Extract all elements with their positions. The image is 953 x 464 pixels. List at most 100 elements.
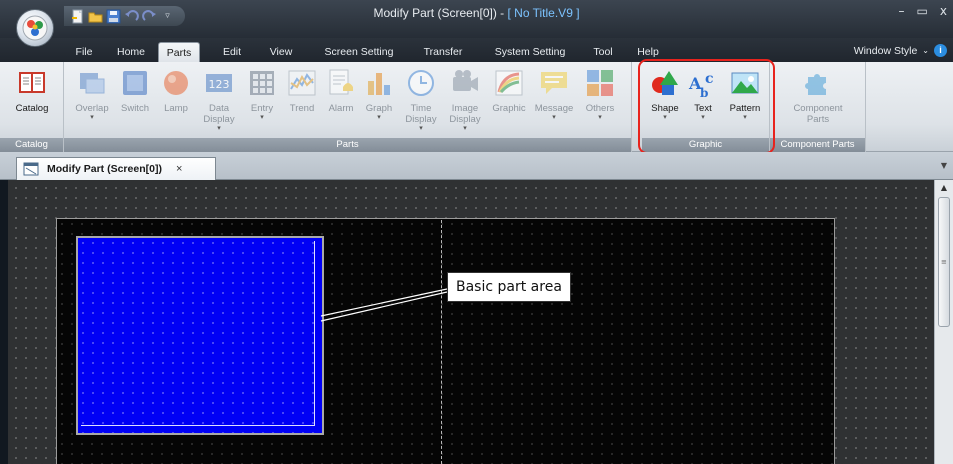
message-icon <box>541 72 567 94</box>
chevron-down-icon: ▾ <box>90 113 94 121</box>
data-display-button[interactable]: 123 Data Display ▾ <box>198 67 240 139</box>
scroll-grip-icon: ≡ <box>941 258 947 266</box>
entry-button[interactable]: Entry ▾ <box>244 67 280 139</box>
image-display-button[interactable]: Image Display ▾ <box>445 67 485 139</box>
lamp-icon <box>164 71 188 95</box>
tab-edit[interactable]: Edit <box>217 42 247 62</box>
chevron-down-icon: ▾ <box>552 113 556 121</box>
chevron-down-icon: ▾ <box>419 124 423 132</box>
parts-group: Overlap ▾ Switch Lamp 123 Data Display ▾… <box>64 62 632 152</box>
basic-part-inner-border <box>81 241 315 426</box>
chevron-down-icon: ▾ <box>598 113 602 121</box>
chevron-down-icon: ▾ <box>463 124 467 132</box>
graphic-label: Graphic <box>492 103 526 114</box>
svg-text:123: 123 <box>209 78 230 91</box>
ribbon: Catalog Catalog Overlap ▾ Switch Lamp 12… <box>0 62 953 152</box>
catalog-button-label: Catalog <box>15 103 49 114</box>
window-title-file: [ No Title.V9 ] <box>507 6 580 20</box>
tab-screen-setting[interactable]: Screen Setting <box>316 42 402 62</box>
switch-button[interactable]: Switch <box>116 67 154 139</box>
text-button[interactable]: Abc Text ▾ <box>686 67 720 139</box>
basic-part-area[interactable] <box>76 236 324 435</box>
puzzle-icon <box>805 74 826 95</box>
data-display-label: Data Display <box>203 103 235 125</box>
overlap-icon <box>80 73 105 94</box>
graphic-group-label: Graphic <box>642 138 769 152</box>
others-button[interactable]: Others ▾ <box>580 67 620 139</box>
component-parts-group: Component Parts Component Parts <box>770 62 866 152</box>
component-parts-label: Component Parts <box>793 103 843 125</box>
shape-button[interactable]: Shape ▾ <box>646 67 684 139</box>
tab-file[interactable]: File <box>70 42 98 62</box>
app-window: ▿ Modify Part (Screen[0]) - [ No Title.V… <box>0 0 953 464</box>
maximize-button[interactable]: ▭ <box>917 4 928 18</box>
graphic-button[interactable]: Graphic <box>489 67 529 139</box>
window-style-menu[interactable]: Window Style ⌄ i <box>854 44 947 57</box>
title-bar: ▿ Modify Part (Screen[0]) - [ No Title.V… <box>0 0 953 38</box>
switch-label: Switch <box>121 103 149 114</box>
window-style-label: Window Style <box>853 44 918 57</box>
time-display-icon <box>408 70 434 96</box>
tab-view[interactable]: View <box>264 42 298 62</box>
catalog-group-label: Catalog <box>0 138 63 152</box>
graphic-group: Shape ▾ Abc Text ▾ Pattern ▾ Graphic <box>642 62 770 152</box>
close-tab-icon[interactable]: × <box>176 163 182 175</box>
tab-help[interactable]: Help <box>632 42 664 62</box>
scroll-up-icon[interactable]: ▲ <box>935 183 953 192</box>
tab-transfer[interactable]: Transfer <box>418 42 468 62</box>
image-display-label: Image Display <box>449 103 481 125</box>
svg-text:b: b <box>700 86 708 99</box>
ribbon-tab-row: File Home Parts Edit View Screen Setting… <box>0 38 953 62</box>
window-title-text: Modify Part (Screen[0]) - <box>373 6 508 20</box>
others-icon <box>587 70 613 96</box>
chevron-down-icon: ▾ <box>260 113 264 121</box>
lamp-label: Lamp <box>164 103 188 114</box>
scroll-thumb[interactable]: ≡ <box>938 197 950 327</box>
chevron-down-icon: ▾ <box>377 113 381 121</box>
entry-icon <box>250 71 274 95</box>
pattern-icon <box>731 72 759 94</box>
vertical-scrollbar[interactable]: ▲ ≡ <box>934 180 953 464</box>
alarm-icon <box>329 69 353 95</box>
pattern-button[interactable]: Pattern ▾ <box>724 67 766 139</box>
lamp-button[interactable]: Lamp <box>158 67 194 139</box>
graph-icon <box>368 73 390 95</box>
graph-button[interactable]: Graph ▾ <box>361 67 397 139</box>
document-tab-strip: Modify Part (Screen[0]) × ▼ <box>0 152 953 180</box>
message-button[interactable]: Message ▾ <box>532 67 576 139</box>
chevron-down-icon: ▾ <box>663 113 667 121</box>
chevron-down-icon: ▾ <box>701 113 705 121</box>
component-parts-group-label: Component Parts <box>770 138 865 152</box>
time-display-button[interactable]: Time Display ▾ <box>401 67 441 139</box>
catalog-group: Catalog Catalog <box>0 62 64 152</box>
chevron-down-icon: ⌄ <box>922 46 929 55</box>
tab-parts[interactable]: Parts <box>158 42 200 62</box>
app-logo-icon <box>22 15 48 41</box>
overlap-button[interactable]: Overlap ▾ <box>72 67 112 139</box>
chevron-down-icon: ▾ <box>217 124 221 132</box>
svg-text:c: c <box>705 71 714 87</box>
document-tab[interactable]: Modify Part (Screen[0]) × <box>16 157 216 180</box>
alarm-button[interactable]: Alarm <box>323 67 359 139</box>
close-button[interactable]: x <box>940 4 947 18</box>
tab-system-setting[interactable]: System Setting <box>486 42 574 62</box>
minimize-button[interactable]: – <box>899 4 905 18</box>
window-controls: – ▭ x <box>899 4 947 18</box>
tab-list-dropdown-icon[interactable]: ▼ <box>941 161 947 170</box>
window-title: Modify Part (Screen[0]) - [ No Title.V9 … <box>0 6 953 20</box>
tab-home[interactable]: Home <box>112 42 150 62</box>
switch-icon <box>123 71 147 95</box>
component-parts-button[interactable]: Component Parts <box>782 67 854 139</box>
info-icon[interactable]: i <box>934 44 947 57</box>
text-icon: Abc <box>688 71 714 99</box>
time-display-label: Time Display <box>405 103 437 125</box>
catalog-button[interactable]: Catalog <box>4 67 60 139</box>
tab-tool[interactable]: Tool <box>588 42 618 62</box>
catalog-icon <box>19 72 45 93</box>
screen-icon <box>23 162 39 176</box>
trend-button[interactable]: Trend <box>284 67 320 139</box>
data-display-icon: 123 <box>206 74 232 92</box>
application-menu-button[interactable] <box>16 9 54 47</box>
shape-icon <box>652 71 678 95</box>
basic-part-area-callout: Basic part area <box>447 272 571 302</box>
